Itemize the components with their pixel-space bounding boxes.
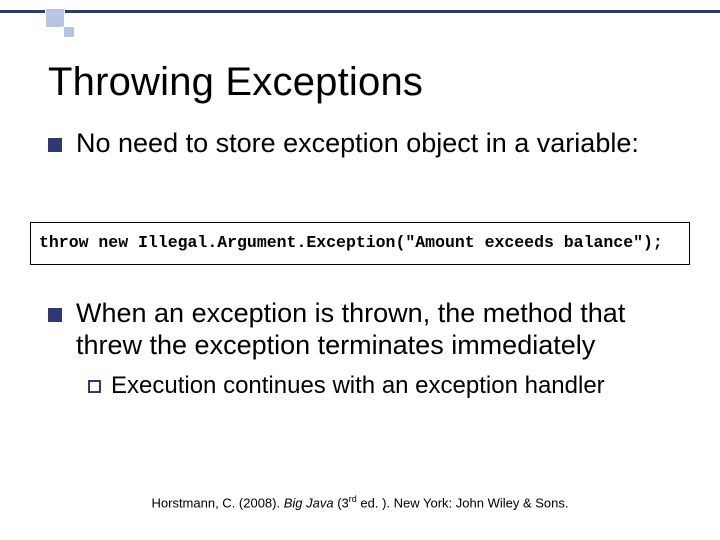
citation-title: Big Java (284, 495, 337, 510)
slide: Throwing Exceptions No need to store exc… (0, 0, 720, 540)
square-bullet-icon (48, 138, 62, 152)
bullet-1-text: No need to store exception object in a v… (76, 128, 639, 160)
body-bottom: When an exception is thrown, the method … (48, 298, 680, 401)
header-line (0, 10, 720, 13)
bullet-2: When an exception is thrown, the method … (48, 298, 680, 362)
bullet-1: No need to store exception object in a v… (48, 128, 678, 160)
citation: Horstmann, C. (2008). Big Java (3rd ed. … (0, 494, 720, 510)
header-square-large (45, 8, 65, 28)
bullet-2-sub: Execution continues with an exception ha… (88, 372, 680, 401)
citation-edition-ord: rd (349, 494, 357, 504)
hollow-square-bullet-icon (88, 380, 101, 393)
square-bullet-icon (48, 308, 62, 322)
bullet-2-sub-text: Execution continues with an exception ha… (111, 372, 605, 401)
code-text: throw new Illegal.Argument.Exception("Am… (39, 233, 663, 252)
bullet-2-text: When an exception is thrown, the method … (76, 298, 680, 362)
citation-edition-post: ed. ). New York: John Wiley & Sons. (357, 495, 569, 510)
code-box: throw new Illegal.Argument.Exception("Am… (30, 222, 690, 265)
body-top: No need to store exception object in a v… (48, 128, 678, 170)
citation-edition-pre: (3 (337, 495, 349, 510)
slide-title: Throwing Exceptions (48, 60, 423, 105)
citation-author: Horstmann, C. (2008). (152, 495, 284, 510)
header-square-small (63, 26, 75, 38)
header-decoration (0, 10, 720, 42)
